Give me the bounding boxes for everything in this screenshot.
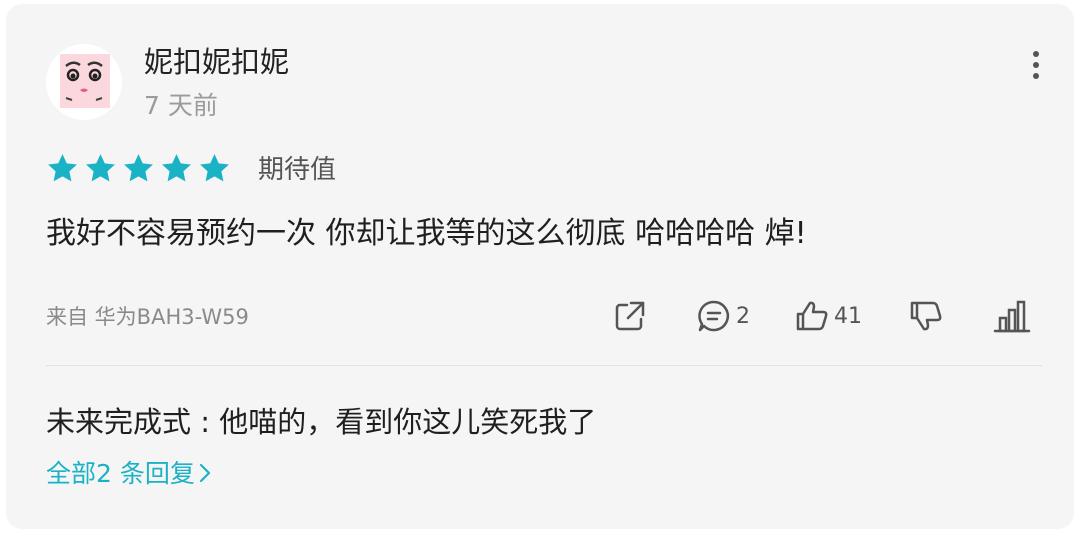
top-reply[interactable]: 未来完成式 : 他喵的，看到你这儿笑死我了 — [46, 400, 596, 444]
timestamp: 7 天前 — [144, 91, 218, 120]
all-replies-label: 全部2 条回复 — [46, 459, 195, 488]
star-icon — [86, 154, 115, 182]
share-icon — [615, 301, 645, 331]
username[interactable]: 妮扣妮扣妮 — [144, 42, 289, 82]
device-info: 来自 华为BAH3-W59 — [46, 305, 249, 329]
review-text: 我好不容易预约一次 你却让我等的这么彻底 哈哈哈哈 焯! — [46, 216, 807, 251]
divider — [46, 365, 1042, 366]
dislike-button[interactable] — [908, 294, 944, 338]
star-icon — [48, 154, 77, 182]
review-card: 妮扣妮扣妮 7 天前 期待值 我好不容易预约一次 你却让我等的这么彻底 哈哈哈哈… — [6, 4, 1074, 529]
comment-icon — [698, 300, 730, 332]
avatar[interactable] — [46, 44, 122, 120]
rating-label: 期待值 — [258, 155, 337, 185]
all-replies-link[interactable]: 全部2 条回复 — [46, 454, 212, 494]
chevron-right-icon — [199, 463, 210, 483]
star-icon — [162, 154, 191, 182]
stats-button[interactable] — [992, 294, 1032, 338]
like-button[interactable]: 41 — [794, 294, 862, 338]
star-icon — [200, 154, 229, 182]
comment-button[interactable]: 2 — [696, 294, 750, 338]
share-button[interactable] — [612, 294, 648, 338]
avatar-face-image — [60, 54, 110, 108]
more-vertical-icon[interactable] — [1024, 48, 1048, 82]
thumbs-up-icon — [796, 301, 828, 331]
bar-chart-icon — [993, 300, 1031, 333]
star-icon — [124, 154, 153, 182]
like-count: 41 — [834, 303, 862, 329]
thumbs-down-icon — [910, 301, 942, 331]
comment-count: 2 — [736, 303, 750, 329]
star-rating — [46, 152, 231, 185]
